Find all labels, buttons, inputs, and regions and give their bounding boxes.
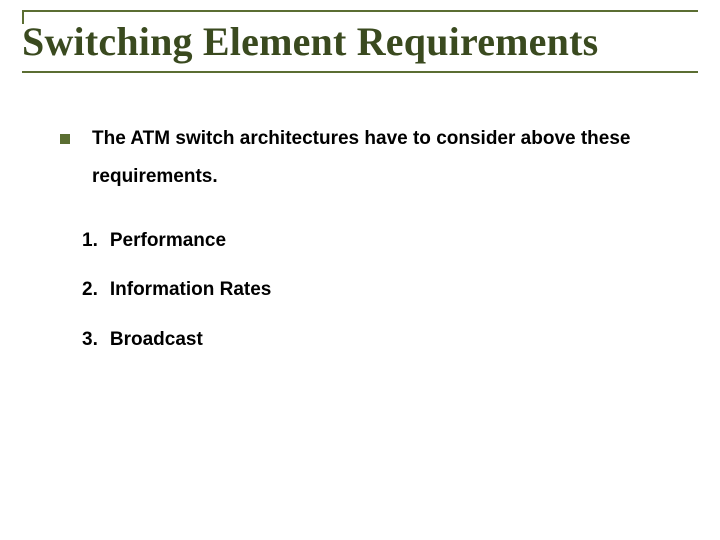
list-item: 3. Broadcast: [82, 315, 680, 364]
square-bullet-icon: [60, 134, 70, 144]
slide-title: Switching Element Requirements: [22, 10, 698, 69]
list-item-label: Performance: [110, 216, 226, 265]
title-rule-bottom: [22, 71, 698, 73]
slide: Switching Element Requirements The ATM s…: [0, 0, 720, 540]
bullet-text: The ATM switch architectures have to con…: [92, 120, 680, 196]
list-item-number: 3.: [82, 315, 98, 364]
list-item-number: 2.: [82, 265, 98, 314]
slide-body: The ATM switch architectures have to con…: [60, 120, 680, 364]
list-item-number: 1.: [82, 216, 98, 265]
bullet-item: The ATM switch architectures have to con…: [60, 120, 680, 196]
list-item: 2. Information Rates: [82, 265, 680, 314]
list-item-label: Information Rates: [110, 265, 272, 314]
title-rule-tick: [22, 10, 24, 24]
list-item-label: Broadcast: [110, 315, 203, 364]
numbered-list: 1. Performance 2. Information Rates 3. B…: [82, 216, 680, 364]
title-region: Switching Element Requirements: [22, 10, 698, 73]
list-item: 1. Performance: [82, 216, 680, 265]
title-rule-top: [22, 10, 698, 12]
